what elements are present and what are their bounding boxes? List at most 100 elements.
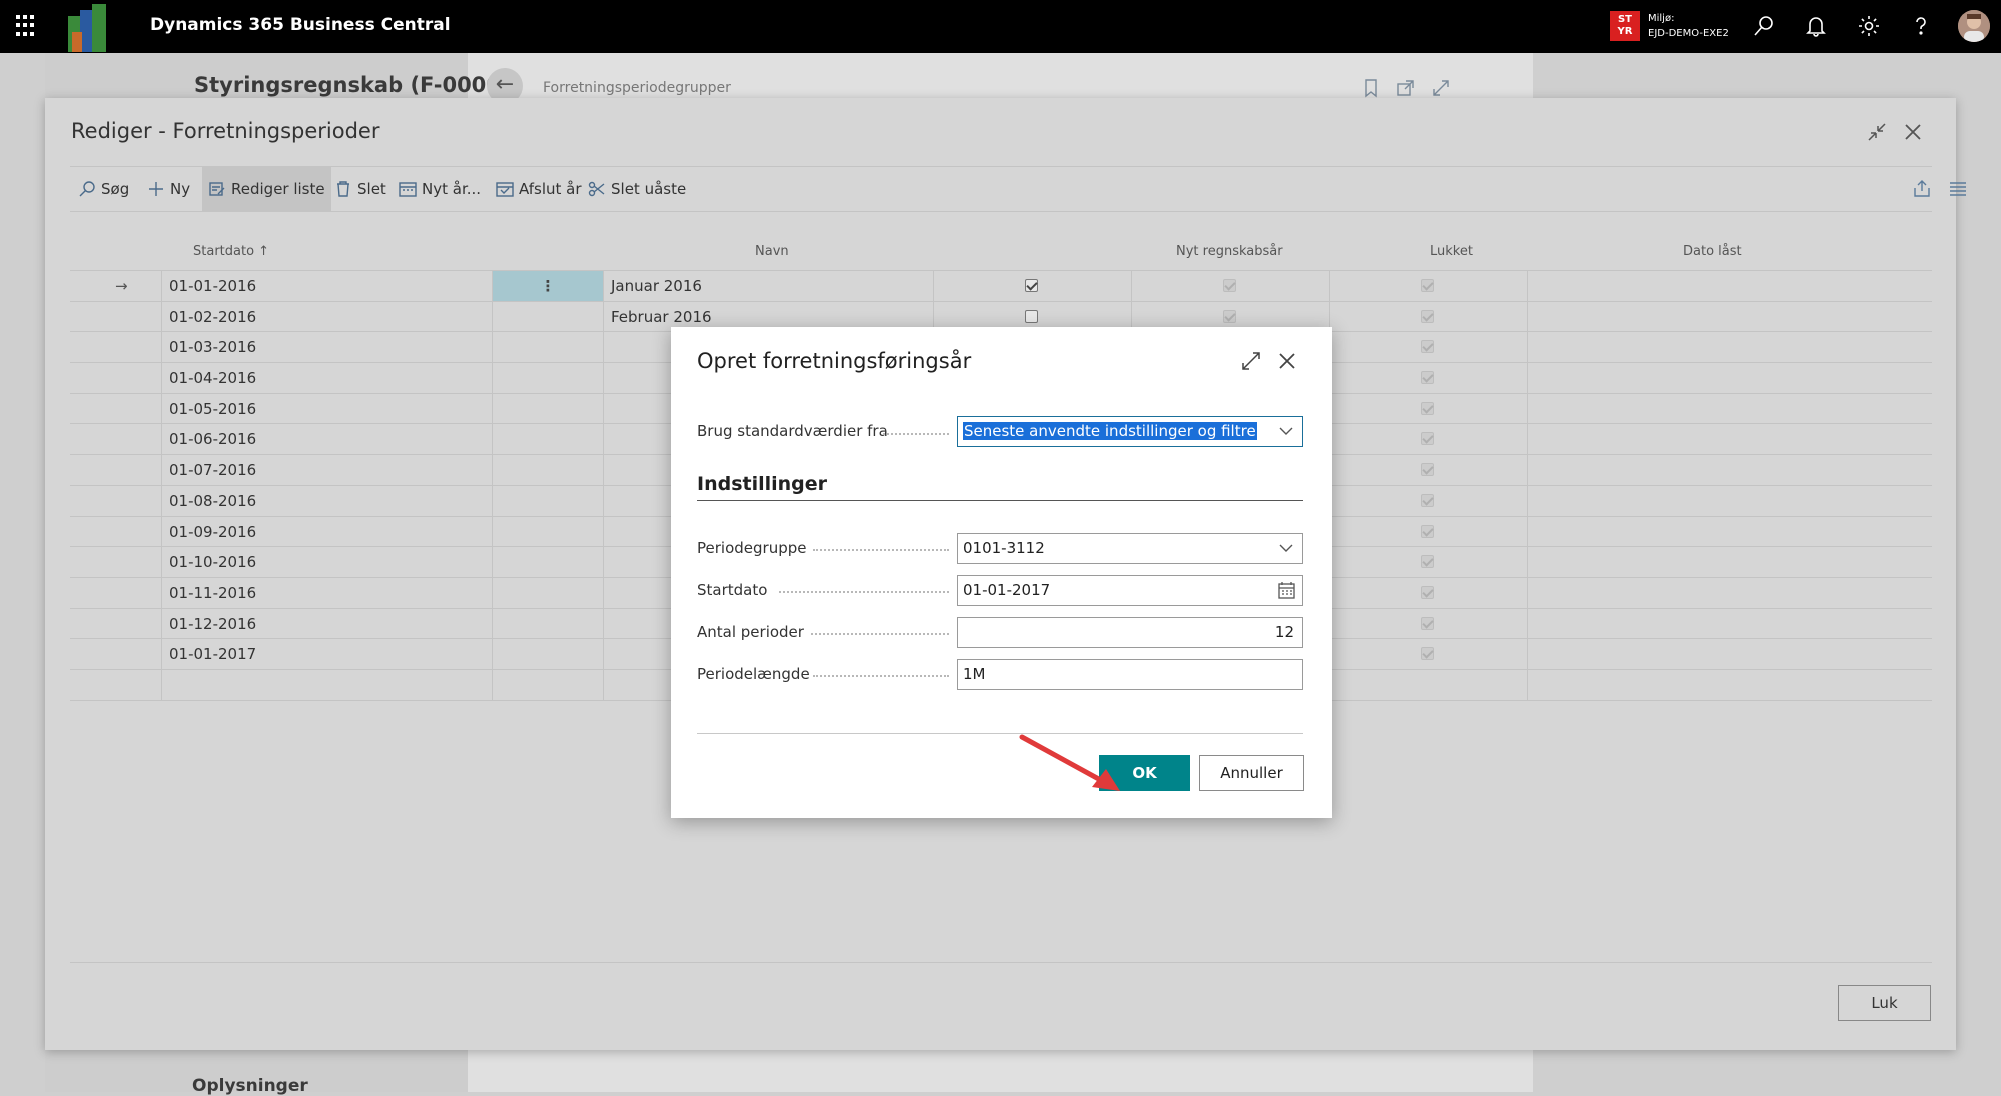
cell-startdato[interactable]: 01-05-2016: [162, 393, 493, 424]
company-logo: [68, 4, 106, 52]
row-selector[interactable]: [70, 669, 162, 700]
row-actions[interactable]: [493, 301, 604, 332]
period-length-input[interactable]: 1M: [957, 659, 1303, 690]
checkbox-nyt-regnskabsaar[interactable]: [1025, 309, 1038, 323]
cell-startdato[interactable]: 01-11-2016: [162, 577, 493, 608]
cell-dato-laast: [1330, 639, 1528, 669]
row-selector[interactable]: [70, 485, 162, 516]
edit-list-button[interactable]: Rediger liste: [202, 167, 331, 211]
checkbox-dato-laast: [1421, 401, 1434, 415]
settings-section-title: Indstillinger: [697, 473, 828, 495]
close-icon[interactable]: [1901, 120, 1925, 144]
close-year-button[interactable]: Afslut år: [490, 167, 588, 211]
cell-startdato[interactable]: 01-12-2016: [162, 608, 493, 639]
row-actions[interactable]: [493, 363, 604, 393]
row-selector[interactable]: [70, 455, 162, 485]
row-actions[interactable]: [493, 455, 604, 485]
delete-unclosed-button[interactable]: Slet uåste: [582, 167, 692, 211]
breadcrumb[interactable]: Forretningsperiodegrupper: [543, 80, 731, 96]
close-icon[interactable]: [1275, 349, 1299, 373]
section-oplysninger[interactable]: Oplysninger: [192, 1076, 308, 1096]
chevron-down-icon: [1279, 544, 1293, 552]
close-panel-button[interactable]: Luk: [1838, 985, 1931, 1021]
row-selector[interactable]: [70, 363, 162, 393]
calendar-close-icon: [496, 182, 514, 197]
cell-startdato[interactable]: 01-01-2016: [162, 271, 493, 301]
checkbox-nyt-regnskabsaar[interactable]: [1025, 279, 1038, 292]
cancel-button[interactable]: Annuller: [1199, 755, 1304, 791]
row-actions[interactable]: [493, 577, 604, 608]
row-selector[interactable]: →: [70, 271, 162, 301]
row-selector[interactable]: [70, 639, 162, 669]
row-actions[interactable]: ⋮: [493, 271, 604, 301]
environment-label[interactable]: Miljø: EJD-DEMO-EXE2: [1648, 11, 1729, 41]
divider: [70, 962, 1932, 963]
cell-startdato[interactable]: 01-10-2016: [162, 547, 493, 577]
row-actions[interactable]: [493, 516, 604, 547]
delete-button[interactable]: Slet: [328, 167, 392, 211]
user-avatar[interactable]: [1958, 10, 1990, 42]
start-date-input[interactable]: 01-01-2017: [957, 575, 1303, 606]
search-icon[interactable]: [1752, 14, 1776, 38]
cell-startdato[interactable]: 01-01-2017: [162, 639, 493, 669]
cell-startdato[interactable]: 01-02-2016: [162, 301, 493, 332]
help-icon[interactable]: [1909, 14, 1933, 38]
row-selector[interactable]: [70, 393, 162, 424]
more-options-icon[interactable]: ⋮: [541, 277, 556, 295]
panel-title: Rediger - Forretningsperioder: [71, 119, 380, 143]
new-button[interactable]: Ny: [141, 167, 196, 211]
gear-icon[interactable]: [1857, 14, 1881, 38]
cell-startdato[interactable]: 01-04-2016: [162, 363, 493, 393]
row-actions[interactable]: [493, 608, 604, 639]
row-actions[interactable]: [493, 393, 604, 424]
search-button[interactable]: Søg: [72, 167, 135, 211]
row-actions[interactable]: [493, 332, 604, 363]
cell-startdato[interactable]: [162, 669, 493, 700]
expand-icon[interactable]: [1239, 349, 1263, 373]
cell-navn[interactable]: Januar 2016: [604, 271, 934, 301]
row-actions[interactable]: [493, 424, 604, 455]
column-header-startdato[interactable]: Startdato ↑: [193, 244, 269, 259]
column-header-navn[interactable]: Navn: [755, 244, 789, 259]
app-launcher-icon[interactable]: [16, 15, 38, 37]
cell-startdato[interactable]: 01-07-2016: [162, 455, 493, 485]
row-selector[interactable]: [70, 577, 162, 608]
list-view-icon[interactable]: [1948, 179, 1968, 199]
row-selector[interactable]: [70, 332, 162, 363]
row-selector[interactable]: [70, 547, 162, 577]
column-header-nyt-regnskabsaar[interactable]: Nyt regnskabsår: [1176, 244, 1283, 259]
open-new-window-icon[interactable]: [1396, 78, 1416, 98]
start-date-label: Startdato: [697, 581, 768, 599]
defaults-select[interactable]: Seneste anvendte indstillinger og filtre: [957, 416, 1303, 447]
row-selector[interactable]: [70, 424, 162, 455]
expand-icon[interactable]: [1431, 78, 1451, 98]
row-actions[interactable]: [493, 547, 604, 577]
row-actions[interactable]: [493, 639, 604, 669]
bookmark-icon[interactable]: [1361, 78, 1381, 98]
cell-startdato[interactable]: 01-09-2016: [162, 516, 493, 547]
collapse-icon[interactable]: [1865, 120, 1889, 144]
share-icon[interactable]: [1912, 179, 1932, 199]
environment-badge: ST YR: [1610, 11, 1640, 41]
cell-dato-laast: [1330, 608, 1528, 639]
calendar-new-icon: [399, 182, 417, 197]
bell-icon[interactable]: [1804, 14, 1828, 38]
cell-startdato[interactable]: 01-08-2016: [162, 485, 493, 516]
app-title[interactable]: Dynamics 365 Business Central: [150, 15, 451, 35]
sort-up-icon: ↑: [258, 244, 270, 259]
row-selector[interactable]: [70, 301, 162, 332]
cell-dato-laast: [1330, 363, 1528, 393]
new-year-button[interactable]: Nyt år...: [393, 167, 487, 211]
row-selector[interactable]: [70, 516, 162, 547]
table-row[interactable]: → 01-01-2016 ⋮ Januar 2016: [70, 271, 1932, 302]
cell-startdato[interactable]: 01-03-2016: [162, 332, 493, 363]
column-header-dato-laast[interactable]: Dato låst: [1683, 244, 1742, 259]
row-actions[interactable]: [493, 669, 604, 700]
column-header-lukket[interactable]: Lukket: [1430, 244, 1473, 259]
calendar-icon[interactable]: [1277, 581, 1296, 600]
period-group-select[interactable]: 0101-3112: [957, 533, 1303, 564]
row-actions[interactable]: [493, 485, 604, 516]
row-selector[interactable]: [70, 608, 162, 639]
cell-startdato[interactable]: 01-06-2016: [162, 424, 493, 455]
num-periods-input[interactable]: 12: [957, 617, 1303, 648]
